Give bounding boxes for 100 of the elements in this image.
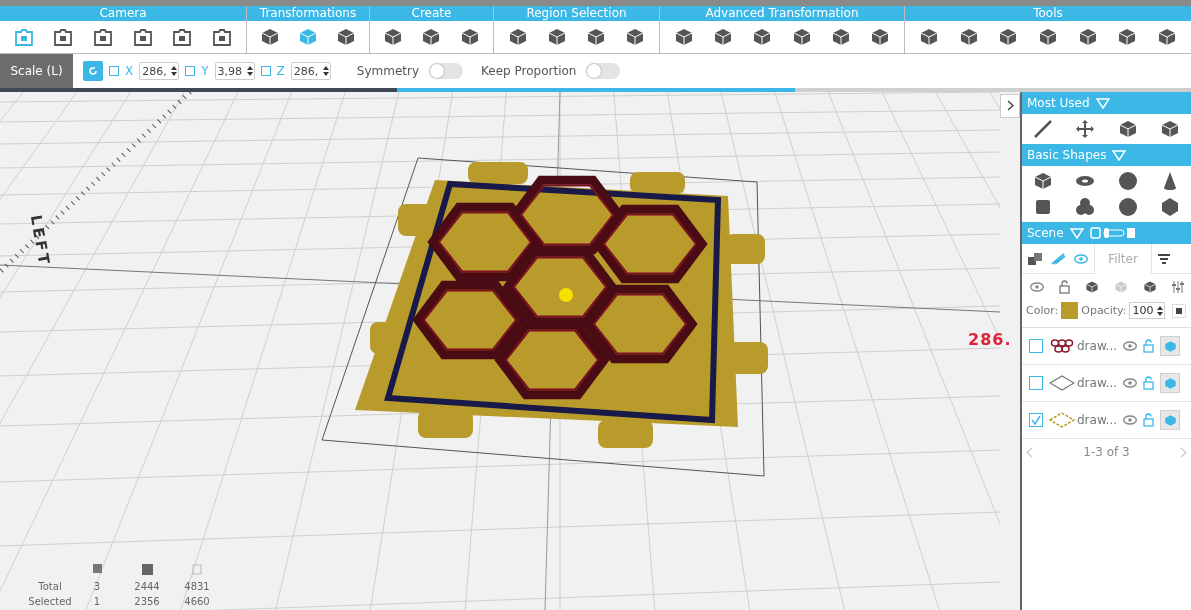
object-checkbox[interactable] — [1029, 376, 1043, 390]
shapes-icon[interactable] — [1028, 252, 1042, 265]
sphere-icon[interactable] — [1117, 171, 1138, 191]
eye-icon[interactable] — [1029, 282, 1044, 292]
cube-icon — [383, 27, 404, 47]
face-count-icon — [192, 564, 202, 575]
object-name[interactable]: draw... — [1077, 376, 1118, 390]
knot-icon[interactable] — [1075, 197, 1096, 217]
lock-icon[interactable] — [1058, 280, 1070, 294]
cube-icon — [1037, 27, 1058, 47]
sliders-icon[interactable] — [1171, 281, 1184, 293]
axis-checkbox[interactable] — [185, 66, 196, 76]
stats-value: 2356 — [133, 596, 161, 607]
cube-icon — [918, 27, 939, 47]
frame-thumbnail-icon — [1049, 412, 1075, 428]
cube-icon — [459, 27, 480, 47]
filter-field[interactable]: Filter — [1094, 243, 1152, 274]
cone-icon[interactable] — [1161, 171, 1178, 191]
axis-direction-label: LEFT — [26, 213, 54, 269]
axis-value-field[interactable]: 286, — [290, 62, 331, 80]
panel-collapse-button[interactable] — [1000, 94, 1020, 118]
panel-title: Basic Shapes — [1027, 148, 1107, 162]
axis-checkbox[interactable] — [260, 66, 271, 76]
filter-icon[interactable] — [1158, 253, 1170, 264]
honeycomb-thumbnail-icon — [1049, 338, 1075, 354]
cube-icon — [673, 27, 694, 47]
sphere-icon[interactable] — [1117, 197, 1138, 217]
spinner-arrows-icon[interactable] — [245, 65, 254, 77]
cube-icon — [507, 27, 528, 47]
cube-icon — [958, 27, 979, 47]
eye-icon[interactable] — [1123, 415, 1138, 425]
cube-icon — [1163, 413, 1177, 427]
cube-icon — [1033, 171, 1054, 191]
cube-icon — [260, 27, 280, 47]
eye-icon[interactable] — [1123, 378, 1138, 388]
stats-value: 4831 — [183, 581, 211, 592]
brush-icon[interactable] — [1033, 119, 1054, 139]
cube-icon — [625, 27, 646, 47]
cube-icon — [1163, 339, 1177, 353]
cube-icon — [1157, 27, 1178, 47]
axis-label: Z — [276, 64, 285, 78]
polyhedron-icon[interactable] — [1159, 197, 1180, 217]
cube-icon — [870, 27, 891, 47]
toggle-label: Symmetry — [356, 64, 420, 78]
move-icon[interactable] — [1075, 119, 1096, 139]
color-swatch[interactable] — [1061, 302, 1079, 319]
chevron-right-icon — [1006, 100, 1014, 111]
object-name[interactable]: draw... — [1077, 339, 1118, 353]
refresh-icon — [88, 66, 98, 76]
camera-icon — [92, 26, 115, 48]
toggle-label: Keep Proportion — [481, 64, 577, 78]
camera-icon — [171, 26, 194, 48]
cube-icon — [830, 27, 851, 47]
dimension-label: 286. — [968, 330, 1012, 349]
toggle-switch[interactable] — [586, 63, 621, 79]
axis-value-field[interactable]: 3,98 — [214, 62, 255, 80]
stats-value: 1 — [92, 596, 102, 607]
cube-icon — [752, 27, 773, 47]
camera-icon — [12, 26, 35, 48]
opacity-field[interactable]: 100 — [1129, 302, 1166, 319]
color-label: Color: — [1026, 304, 1059, 317]
cube-icon — [298, 27, 318, 47]
toolbar-group-label: Transformations — [247, 6, 369, 21]
spinner-arrows-icon[interactable] — [1156, 304, 1165, 317]
stats-row-label: Selected — [28, 596, 72, 607]
scale-mode-label: Scale (L) — [0, 54, 73, 88]
diamond-thumbnail-icon — [1049, 375, 1075, 391]
opacity-label: Opacity: — [1081, 304, 1127, 317]
cube-icon — [1077, 27, 1098, 47]
spinner-arrows-icon[interactable] — [170, 65, 179, 77]
cube-icon — [421, 27, 442, 47]
spinner-arrows-icon[interactable] — [321, 65, 330, 77]
view-size-slider-icon[interactable] — [1089, 227, 1136, 239]
eye-icon[interactable] — [1123, 341, 1138, 351]
cube-icon — [546, 27, 567, 47]
panel-title: Scene — [1027, 226, 1064, 240]
object-checkbox[interactable] — [1029, 413, 1043, 427]
stop-icon[interactable] — [1172, 303, 1187, 318]
toolbar-group-label: Advanced Transformation — [660, 6, 904, 21]
camera-icon — [131, 26, 154, 48]
axis-checkbox[interactable] — [109, 66, 119, 76]
toolbar-group-label: Create — [370, 6, 493, 21]
toolbar-group-label: Camera — [0, 6, 246, 21]
cube-icon — [1117, 27, 1138, 47]
object-checkbox[interactable] — [1029, 339, 1043, 353]
cube-icon — [336, 27, 356, 47]
axis-value-field[interactable]: 286, — [139, 62, 180, 80]
axis-label: Y — [201, 64, 209, 78]
object-name[interactable]: draw... — [1077, 413, 1118, 427]
stats-value: 2444 — [133, 581, 161, 592]
cube-icon — [791, 27, 812, 47]
axis-label: X — [125, 64, 134, 78]
stats-value: 4660 — [183, 596, 211, 607]
toggle-switch[interactable] — [429, 63, 464, 79]
stats-row-label: Total — [37, 581, 63, 592]
camera-icon — [52, 26, 75, 48]
torus-icon[interactable] — [1075, 175, 1096, 187]
panel-title: Most Used — [1027, 96, 1090, 110]
vertex-count-icon — [141, 564, 153, 575]
camera-icon — [211, 26, 234, 48]
